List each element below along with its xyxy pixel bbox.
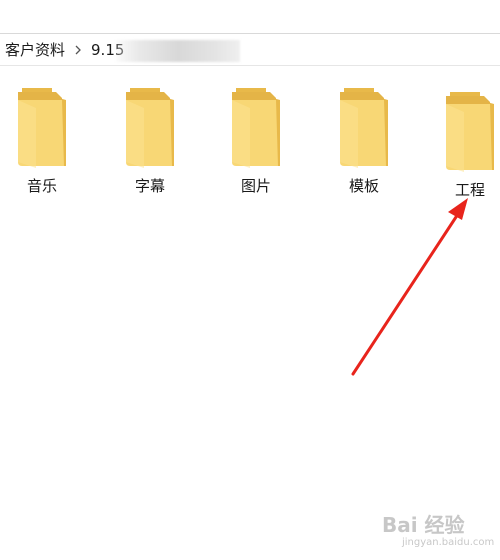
redacted-path-blur bbox=[116, 40, 240, 62]
folder-icon bbox=[446, 92, 494, 172]
folder-icon bbox=[232, 88, 280, 168]
folder-icon bbox=[126, 88, 174, 168]
folder-item[interactable]: 工程 bbox=[430, 90, 500, 200]
folder-item[interactable]: 字幕 bbox=[110, 86, 190, 196]
watermark-logo: Bai 经验 jingyan.baidu.com bbox=[380, 505, 498, 555]
file-explorer-window: 客户资料 9.15 音乐 字幕 图片 模板 工程 Bai 经验 jingyan.… bbox=[0, 0, 500, 560]
breadcrumb-root[interactable]: 客户资料 bbox=[5, 40, 65, 60]
folder-label: 音乐 bbox=[26, 177, 57, 195]
folder-label: 模板 bbox=[348, 177, 379, 195]
folder-label: 图片 bbox=[240, 177, 271, 195]
watermark-brand: Bai 经验 bbox=[382, 513, 465, 537]
folder-icon bbox=[18, 88, 66, 168]
annotation-arrow-icon bbox=[351, 198, 468, 376]
watermark-url: jingyan.baidu.com bbox=[402, 537, 495, 548]
folder-label: 工程 bbox=[454, 181, 485, 199]
breadcrumb[interactable]: 客户资料 9.15 bbox=[0, 34, 500, 66]
folder-label: 字幕 bbox=[134, 177, 165, 195]
folder-item[interactable]: 模板 bbox=[324, 86, 404, 196]
folder-item[interactable]: 图片 bbox=[216, 86, 296, 196]
chevron-right-icon[interactable] bbox=[65, 45, 91, 55]
folder-item[interactable]: 音乐 bbox=[2, 86, 82, 196]
folder-icon bbox=[340, 88, 388, 168]
